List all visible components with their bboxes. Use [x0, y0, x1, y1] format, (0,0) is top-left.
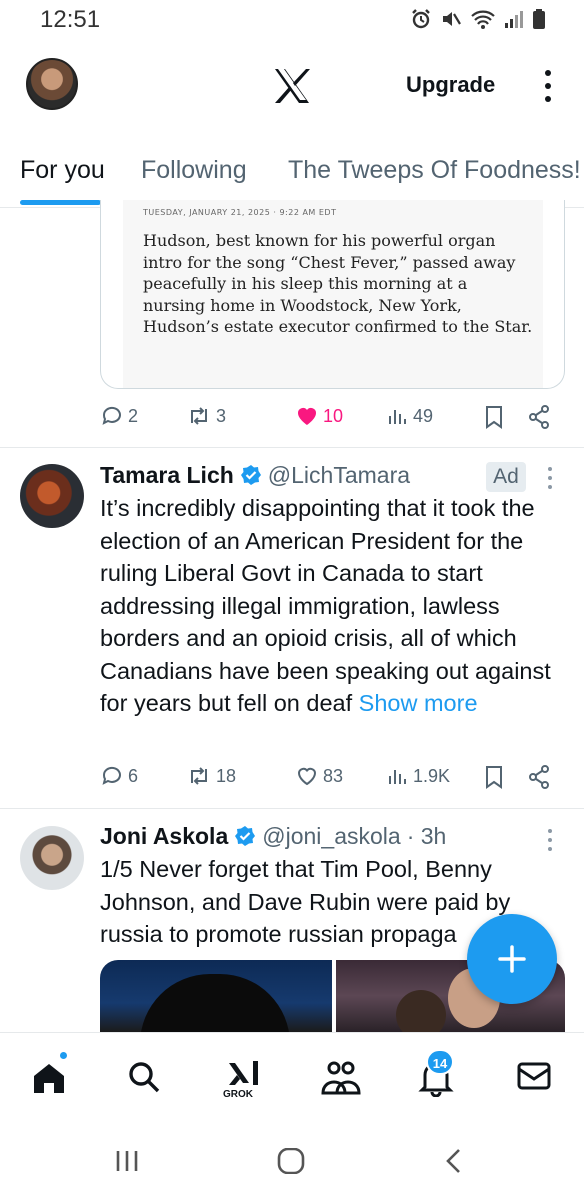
bookmark-icon[interactable] [483, 764, 505, 790]
plus-icon [498, 945, 526, 973]
ad-badge: Ad [486, 462, 526, 492]
recents-icon[interactable] [114, 1148, 140, 1174]
article-screenshot: TUESDAY, JANUARY 21, 2025 · 9:22 AM EDT … [123, 200, 543, 388]
author-handle[interactable]: @LichTamara [268, 462, 410, 489]
view-count: 49 [413, 405, 434, 426]
post-header: Joni Askola @joni_askola · 3h [100, 821, 446, 851]
reply-button[interactable]: 6 [100, 764, 138, 788]
post-divider [0, 808, 584, 809]
repost-count: 3 [216, 405, 227, 426]
view-count: 1.9K [413, 765, 451, 786]
like-button[interactable]: 83 [295, 764, 343, 788]
reply-icon [102, 406, 121, 425]
alarm-icon [412, 9, 430, 29]
active-tab-indicator [20, 200, 101, 205]
back-icon[interactable] [444, 1148, 464, 1174]
top-header: Upgrade [0, 52, 584, 122]
communities-icon [321, 1061, 361, 1095]
search-icon [129, 1062, 160, 1093]
reply-count: 6 [128, 765, 139, 786]
bookmark-icon[interactable] [483, 404, 505, 430]
notifications-badge: 14 [426, 1049, 454, 1075]
nav-communities[interactable] [320, 1059, 361, 1099]
grok-label: GROK [223, 1089, 253, 1100]
post-more-icon[interactable] [545, 466, 555, 490]
verified-badge-icon [235, 826, 256, 846]
post-text-content: It’s incredibly disappointing that it to… [100, 495, 551, 716]
post-actions: 2 3 10 49 [100, 404, 560, 434]
mail-icon [517, 1062, 551, 1090]
compose-button[interactable] [467, 914, 557, 1004]
like-button[interactable]: 10 [295, 404, 343, 428]
heart-icon [297, 767, 317, 786]
tab-list-tweeps-of-foodness[interactable]: The Tweeps Of Foodness! [288, 156, 581, 185]
nav-grok[interactable]: GROK [223, 1059, 265, 1100]
like-count: 10 [323, 405, 344, 426]
verified-badge-icon [240, 465, 261, 485]
repost-button[interactable]: 3 [186, 404, 226, 428]
post-time: · 3h [406, 822, 447, 849]
author-handle[interactable]: @joni_askola [262, 823, 400, 850]
post-actions: 6 18 83 1.9K [100, 764, 560, 794]
system-nav-bar [0, 1120, 584, 1200]
article-text: Hudson, best known for his powerful orga… [143, 231, 533, 336]
repost-icon [191, 767, 207, 785]
signal-icon [505, 11, 523, 28]
profile-avatar[interactable] [26, 58, 78, 110]
more-options-icon[interactable] [540, 68, 556, 104]
avatar[interactable] [20, 826, 84, 890]
post-header: Tamara Lich @LichTamara [100, 460, 410, 490]
status-time: 12:51 [40, 6, 101, 33]
post-media-card[interactable]: TUESDAY, JANUARY 21, 2025 · 9:22 AM EDT … [100, 200, 565, 389]
nav-home[interactable] [30, 1059, 70, 1099]
post-divider [0, 447, 584, 448]
nav-messages[interactable] [516, 1059, 556, 1099]
repost-count: 18 [216, 765, 237, 786]
bottom-nav: GROK [0, 1032, 584, 1120]
tab-following[interactable]: Following [141, 156, 247, 185]
reply-count: 2 [128, 405, 139, 426]
grok-icon [229, 1061, 258, 1085]
nav-search[interactable] [126, 1059, 166, 1099]
views-button[interactable]: 1.9K [387, 764, 450, 788]
share-icon[interactable] [527, 404, 551, 430]
analytics-icon [389, 770, 406, 784]
mute-icon [443, 12, 461, 26]
upgrade-button[interactable]: Upgrade [406, 72, 495, 98]
post-more-icon[interactable] [545, 828, 555, 852]
repost-icon [191, 407, 207, 425]
author-name[interactable]: Joni Askola [100, 823, 228, 850]
views-button[interactable]: 49 [387, 404, 433, 428]
repost-button[interactable]: 18 [186, 764, 236, 788]
media-image-1[interactable] [100, 960, 332, 1032]
post-text: It’s incredibly disappointing that it to… [100, 492, 570, 720]
tab-for-you[interactable]: For you [20, 156, 105, 185]
home-icon [34, 1064, 64, 1093]
analytics-icon [389, 410, 406, 424]
share-icon[interactable] [527, 764, 551, 790]
x-logo-icon [275, 69, 310, 103]
show-more-link[interactable]: Show more [359, 690, 478, 716]
home-unread-dot [58, 1050, 69, 1061]
wifi-icon [471, 10, 495, 29]
like-count: 83 [323, 765, 344, 786]
heart-filled-icon [298, 408, 316, 425]
avatar[interactable] [20, 464, 84, 528]
battery-icon [533, 9, 545, 29]
reply-icon [102, 766, 121, 785]
article-dateline: TUESDAY, JANUARY 21, 2025 · 9:22 AM EDT [143, 208, 337, 217]
status-bar: 12:51 [0, 0, 584, 40]
author-name[interactable]: Tamara Lich [100, 462, 234, 489]
reply-button[interactable]: 2 [100, 404, 138, 428]
home-system-icon[interactable] [277, 1148, 305, 1174]
